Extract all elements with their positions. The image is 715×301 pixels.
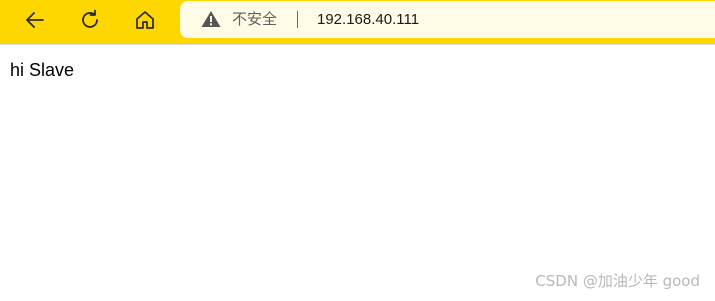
home-icon (136, 11, 154, 29)
reload-button[interactable] (74, 4, 106, 36)
reload-icon (82, 9, 98, 28)
warning-icon[interactable] (201, 10, 221, 28)
address-divider (297, 11, 298, 28)
browser-toolbar: 不安全 192.168.40.111 (0, 0, 715, 40)
home-button[interactable] (129, 4, 161, 36)
watermark: CSDN @加油少年 good (535, 272, 700, 290)
url-text[interactable]: 192.168.40.111 (317, 10, 419, 30)
back-arrow-icon (26, 12, 44, 28)
address-bar[interactable]: 不安全 192.168.40.111 (180, 1, 715, 38)
security-status-label[interactable]: 不安全 (232, 9, 277, 29)
back-button[interactable] (19, 4, 51, 36)
page-body-text: hi Slave (10, 60, 75, 80)
toolbar-bottom-border (0, 40, 715, 45)
